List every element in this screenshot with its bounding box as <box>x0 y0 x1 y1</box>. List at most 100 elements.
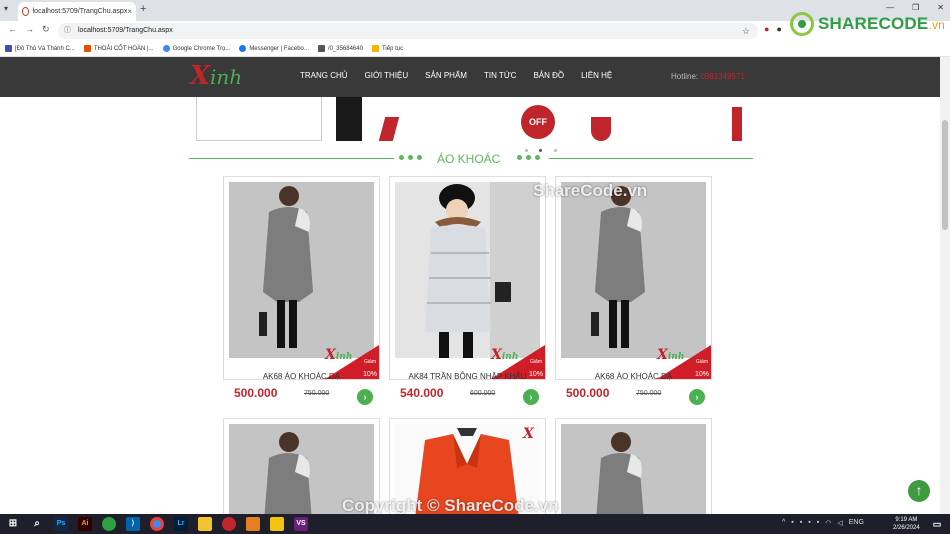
tab-search-icon[interactable]: ▾ <box>4 4 8 13</box>
vscode-icon[interactable]: ⟩ <box>126 517 140 531</box>
app-icon[interactable] <box>102 517 116 531</box>
tab-close-icon[interactable]: × <box>127 7 132 16</box>
tray-icon[interactable]: ▪ <box>817 519 819 527</box>
site-navbar: X inh TRANG CHỦ GIỚI THIỆU SẢN PHẨM TIN … <box>0 57 940 97</box>
section-line-right <box>549 158 753 159</box>
menu-about[interactable]: GIỚI THIỆU <box>365 71 409 80</box>
product-card[interactable]: Xinh Giảm 10% AK68 ÁO KHOÁC DẠ 500.000 7… <box>555 176 712 405</box>
tray-icon[interactable]: ▪ <box>800 519 802 527</box>
hotline: Hotline: 0981349571 <box>671 72 745 81</box>
product-name[interactable]: AK84 TRẦN BÔNG NHẬP KHẨU <box>390 372 545 381</box>
google-icon <box>162 45 170 52</box>
menu-map[interactable]: BẢN ĐỒ <box>533 71 564 80</box>
bookmark-star-icon[interactable]: ☆ <box>742 23 750 39</box>
chevron-right-icon[interactable]: › <box>357 389 373 405</box>
forward-icon[interactable]: → <box>25 24 34 34</box>
back-to-top-button[interactable]: ↑ <box>908 480 930 502</box>
app-icon[interactable] <box>246 517 260 531</box>
bookmark-label: THOẢI CỐT HOÀN |... <box>93 45 154 52</box>
bookmark-icon <box>83 45 91 52</box>
search-icon[interactable]: ⌕ <box>30 517 44 531</box>
product-price: 500.000 <box>566 386 610 400</box>
sharecode-watermark: ShareCode.vn <box>533 181 648 200</box>
url-text: localhost:5709/TrangChu.aspx <box>78 27 173 34</box>
menu-home[interactable]: TRANG CHỦ <box>300 71 348 80</box>
svg-text:X: X <box>522 426 535 442</box>
app-icon[interactable] <box>270 517 284 531</box>
window-close-icon[interactable]: ✕ <box>937 3 944 12</box>
bookmark-item[interactable]: Tiếp tục <box>371 45 403 52</box>
sharecode-watermark-logo: SHARECODE.vn <box>790 12 945 36</box>
bookmark-item[interactable]: THOẢI CỐT HOÀN |... <box>83 45 154 52</box>
windows-start-icon[interactable]: ⊞ <box>6 517 20 531</box>
product-name[interactable]: AK68 ÁO KHOÁC DẠ <box>224 372 379 381</box>
product-card[interactable] <box>555 418 712 514</box>
opera-extension-icon[interactable]: ● <box>764 24 769 34</box>
site-logo[interactable]: X inh <box>190 61 260 91</box>
bookmark-label: Messenger | Facebo... <box>249 45 309 52</box>
watermark-brand-text: SHARECODE <box>818 14 929 33</box>
volume-icon[interactable]: ◁ <box>837 519 842 527</box>
extension-icon[interactable]: ● <box>776 24 781 34</box>
chevron-right-icon[interactable]: › <box>523 389 539 405</box>
extensions-area: ● ● <box>764 24 782 34</box>
product-image-gray-coat[interactable] <box>229 182 374 358</box>
product-name[interactable]: AK68 ÁO KHOÁC DẠ <box>556 372 711 381</box>
bookmark-item[interactable]: [Đồ Thủ Vá Thành C... <box>5 45 75 52</box>
reload-icon[interactable]: ↻ <box>42 24 50 35</box>
facebook-icon <box>239 45 247 52</box>
gray-coat-figure <box>561 424 706 514</box>
menu-news[interactable]: TIN TỨC <box>484 71 516 80</box>
language-indicator[interactable]: ENG <box>849 519 864 527</box>
sale-logo: Xinh <box>491 347 519 363</box>
menu-contact[interactable]: LIÊN HỆ <box>581 71 612 80</box>
product-image-gray-coat[interactable] <box>561 182 706 358</box>
banner-image <box>732 107 742 141</box>
lightroom-icon[interactable]: Lr <box>174 517 188 531</box>
illustrator-icon[interactable]: Ai <box>78 517 92 531</box>
browser-tab[interactable]: localhost:5709/TrangChu.aspx × <box>18 2 136 21</box>
new-tab-button[interactable]: + <box>140 3 146 15</box>
taskbar-clock[interactable]: 9:19 AM 2/26/2024 <box>893 516 920 532</box>
tray-icon[interactable]: ▪ <box>808 519 810 527</box>
white-puffer-figure <box>395 182 540 358</box>
chevron-right-icon[interactable]: › <box>689 389 705 405</box>
product-image-white-puffer[interactable] <box>395 182 540 358</box>
chrome-icon[interactable] <box>150 517 164 531</box>
product-old-price: 750.000 <box>636 390 662 397</box>
hotline-number[interactable]: 0981349571 <box>700 72 745 81</box>
product-card[interactable]: Xinh Giảm 10% AK68 ÁO KHOÁC DẠ 500.000 7… <box>223 176 380 405</box>
bookmark-item[interactable]: Messenger | Facebo... <box>239 45 309 52</box>
app-icon[interactable] <box>222 517 236 531</box>
bookmark-item[interactable]: /0_35684640 <box>317 45 363 52</box>
main-menu: TRANG CHỦ GIỚI THIỆU SẢN PHẨM TIN TỨC BẢ… <box>300 71 612 80</box>
scrollbar-thumb[interactable] <box>942 120 948 230</box>
web-page: OFF X inh TRANG CHỦ GIỚI THIỆU SẢN PHẨM … <box>0 57 940 514</box>
section-dots-right <box>517 155 540 160</box>
watermark-brand-suffix: .vn <box>928 18 946 32</box>
url-input[interactable]: ⓘ localhost:5709/TrangChu.aspx ☆ <box>58 23 758 39</box>
section-dots-left <box>399 155 422 160</box>
logo-x: X <box>190 61 211 91</box>
file-explorer-icon[interactable] <box>198 517 212 531</box>
banner-frame <box>196 97 322 141</box>
product-card[interactable]: Xinh Giảm 10% AK84 TRẦN BÔNG NHẬP KHẨU 5… <box>389 176 546 405</box>
windows-taskbar: ⊞ ⌕ Ps Ai ⟩ Lr VS ^ ▪ ▪ ▪ ▪ ◠ ◁ ENG 9:19… <box>0 514 950 534</box>
bookmark-item[interactable]: Google Chrome Trọ... <box>162 45 230 52</box>
product-image-gray-coat[interactable] <box>561 424 706 514</box>
site-info-icon[interactable]: ⓘ <box>64 23 71 39</box>
system-tray: ^ ▪ ▪ ▪ ▪ ◠ ◁ ENG <box>782 519 864 527</box>
restore-icon[interactable]: ❐ <box>912 3 919 12</box>
sale-logo: Xinh <box>657 347 685 363</box>
section-title: ÁO KHOÁC <box>437 152 501 166</box>
back-icon[interactable]: ← <box>8 24 17 34</box>
wifi-icon[interactable]: ◠ <box>825 519 831 527</box>
tray-icon[interactable]: ▪ <box>791 519 793 527</box>
visual-studio-icon[interactable]: VS <box>294 517 308 531</box>
notification-icon[interactable]: ▭ <box>930 517 944 531</box>
photoshop-icon[interactable]: Ps <box>54 517 68 531</box>
minimize-icon[interactable]: — <box>886 3 894 12</box>
banner-image <box>336 97 362 141</box>
chevron-up-icon[interactable]: ^ <box>782 519 785 527</box>
menu-products[interactable]: SẢN PHẨM <box>425 71 467 80</box>
